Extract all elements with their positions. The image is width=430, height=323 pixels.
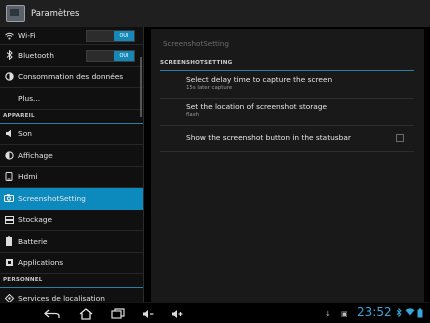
sidebar-item-sound[interactable]: Son bbox=[0, 124, 143, 145]
wifi-toggle[interactable]: OUI bbox=[86, 30, 135, 42]
divider bbox=[160, 151, 414, 152]
statusbar-button-checkbox[interactable] bbox=[396, 134, 404, 142]
sidebar-item-wifi[interactable]: Wi-Fi OUI bbox=[0, 27, 143, 45]
system-bar: ↓ ▣ 23:52 bbox=[0, 302, 430, 323]
settings-headers-list[interactable]: Wi-Fi OUI Bluetooth OUI Consommation des… bbox=[0, 27, 143, 302]
pref-title: Show the screenshot button in the status… bbox=[186, 133, 351, 142]
sidebar-item-label: Hdmi bbox=[18, 172, 38, 182]
battery-status-icon bbox=[417, 308, 423, 320]
pref-delay-time[interactable]: Select delay time to capture the screen … bbox=[186, 75, 412, 91]
sidebar-item-screenshot-setting[interactable]: ScreenshotSetting bbox=[0, 188, 143, 210]
recent-apps-icon[interactable] bbox=[109, 307, 127, 320]
toggle-state: OUI bbox=[114, 51, 134, 61]
screenshot-icon bbox=[4, 193, 14, 203]
apps-icon bbox=[4, 258, 14, 268]
location-icon bbox=[4, 293, 14, 302]
sidebar-item-storage[interactable]: Stockage bbox=[0, 210, 143, 231]
action-bar: Paramètres bbox=[0, 0, 430, 28]
back-icon[interactable] bbox=[41, 307, 63, 320]
divider bbox=[160, 125, 414, 126]
sidebar-item-label: Batterie bbox=[18, 236, 48, 246]
section-header-appareil: APPAREIL bbox=[0, 109, 143, 124]
pref-summary: flash bbox=[186, 112, 199, 118]
scrollbar[interactable] bbox=[140, 57, 142, 117]
sidebar-item-label: Affichage bbox=[18, 150, 53, 160]
home-icon[interactable] bbox=[76, 307, 96, 320]
breadcrumb: ScreenshotSetting bbox=[163, 39, 229, 48]
pref-title: Set the location of screenshot storage bbox=[186, 102, 328, 111]
pref-title: Select delay time to capture the screen bbox=[186, 75, 333, 84]
sidebar-item-display[interactable]: Affichage bbox=[0, 145, 143, 167]
settings-app-icon[interactable] bbox=[6, 5, 25, 22]
bluetooth-toggle[interactable]: OUI bbox=[86, 50, 135, 62]
volume-up-icon[interactable] bbox=[170, 307, 184, 320]
pref-summary: 15s later capture bbox=[186, 85, 233, 91]
sidebar-item-label: Stockage bbox=[18, 215, 53, 225]
wifi-icon bbox=[4, 31, 14, 41]
display-icon bbox=[4, 150, 14, 160]
storage-icon bbox=[4, 215, 14, 225]
sidebar-item-label: Wi-Fi bbox=[18, 31, 36, 40]
sidebar-item-applications[interactable]: Applications bbox=[0, 253, 143, 274]
page-title: Paramètres bbox=[31, 8, 80, 19]
sidebar-item-label: Bluetooth bbox=[18, 50, 54, 60]
wifi-status-icon bbox=[405, 308, 415, 318]
sidebar-item-bluetooth[interactable]: Bluetooth OUI bbox=[0, 45, 143, 67]
pref-storage-location[interactable]: Set the location of screenshot storage f… bbox=[186, 102, 412, 118]
screenshot-notification-icon: ▣ bbox=[341, 310, 348, 318]
pref-statusbar-button[interactable]: Show the screenshot button in the status… bbox=[186, 133, 412, 142]
toggle-state: OUI bbox=[114, 31, 134, 41]
sidebar-item-battery[interactable]: Batterie bbox=[0, 231, 143, 253]
preference-panel: ScreenshotSetting SCREENSHOTSETTING Sele… bbox=[151, 29, 424, 302]
sidebar-item-label: Plus... bbox=[18, 93, 41, 103]
divider bbox=[160, 98, 414, 99]
usb-icon: ↓ bbox=[325, 310, 331, 318]
sidebar-item-data-usage[interactable]: Consommation des données bbox=[0, 67, 143, 88]
volume-down-icon[interactable] bbox=[141, 307, 155, 320]
sidebar-item-label: Services de localisation bbox=[18, 293, 105, 302]
section-header-personnel: PERSONNEL bbox=[0, 274, 143, 288]
sidebar-item-location[interactable]: Services de localisation bbox=[0, 288, 143, 302]
preference-category-header: SCREENSHOTSETTING bbox=[160, 60, 414, 71]
sidebar-item-hdmi[interactable]: Hdmi bbox=[0, 167, 143, 188]
detail-pane: ScreenshotSetting SCREENSHOTSETTING Sele… bbox=[143, 27, 430, 302]
sidebar-item-label: Applications bbox=[18, 258, 64, 268]
sidebar-item-label: Son bbox=[18, 129, 32, 139]
bluetooth-icon bbox=[4, 50, 14, 61]
sidebar-item-label: ScreenshotSetting bbox=[18, 193, 86, 203]
sidebar-item-label: Consommation des données bbox=[18, 72, 124, 82]
battery-icon bbox=[4, 236, 14, 247]
bluetooth-status-icon bbox=[396, 307, 402, 319]
clock: 23:52 bbox=[357, 305, 392, 319]
hdmi-icon bbox=[4, 172, 14, 182]
sidebar-item-more[interactable]: Plus... bbox=[0, 88, 143, 110]
data-usage-icon bbox=[4, 72, 14, 82]
sound-icon bbox=[4, 129, 14, 139]
